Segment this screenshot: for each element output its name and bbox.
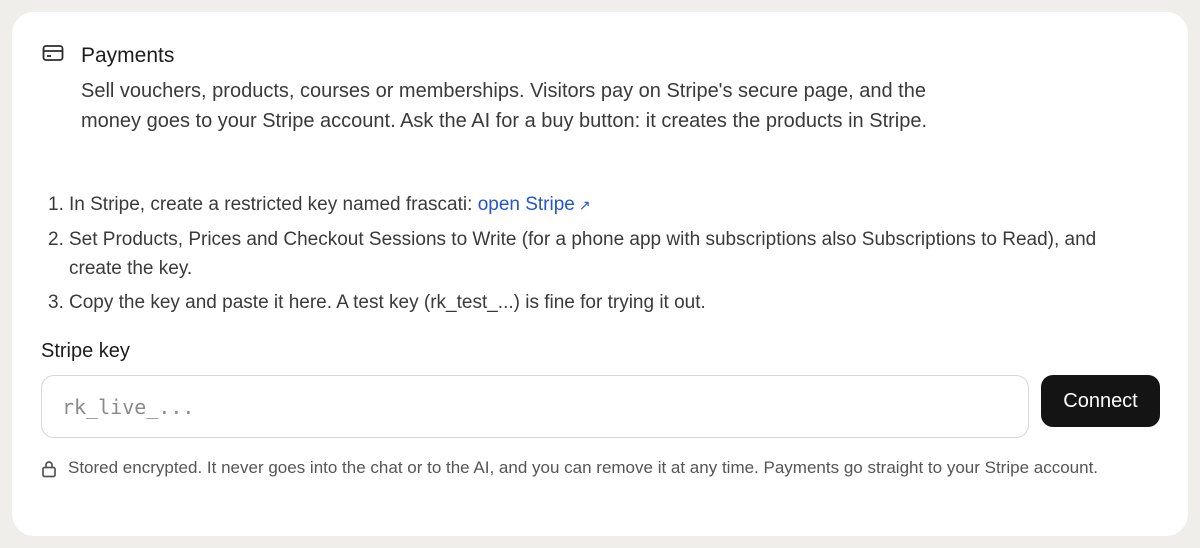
step-text-content: In Stripe, create a restricted key named… [69,194,478,215]
section-title: Payments [81,44,175,67]
setup-steps: 1. In Stripe, create a restricted key na… [48,190,1148,322]
credit-card-icon [42,42,64,64]
stripe-key-input[interactable] [41,375,1029,438]
payments-card: Payments Sell vouchers, products, course… [12,12,1188,536]
stripe-key-label: Stripe key [41,340,130,362]
step-item: 3. Copy the key and paste it here. A tes… [48,288,1148,317]
step-text: In Stripe, create a restricted key named… [69,190,1148,220]
open-stripe-link[interactable]: open Stripe ↗ [478,194,591,215]
step-number: 1. [48,194,64,215]
section-header [42,42,64,64]
lock-icon [41,459,59,479]
security-note: Stored encrypted. It never goes into the… [41,455,1131,481]
open-stripe-link-label: open Stripe [477,194,575,215]
step-number: 3. [48,292,64,313]
security-note-text: Stored encrypted. It never goes into the… [68,458,1099,477]
section-description: Sell vouchers, products, courses or memb… [81,80,928,132]
step-item: 1. In Stripe, create a restricted key na… [48,190,1148,220]
step-text: Copy the key and paste it here. A test k… [69,292,706,313]
step-item: 2. Set Products, Prices and Checkout Ses… [48,225,1148,283]
external-arrow-icon: ↗ [578,197,591,213]
connect-button[interactable]: Connect [1041,375,1160,427]
step-number: 2. [48,229,64,250]
step-text: Set Products, Prices and Checkout Sessio… [69,229,1097,279]
